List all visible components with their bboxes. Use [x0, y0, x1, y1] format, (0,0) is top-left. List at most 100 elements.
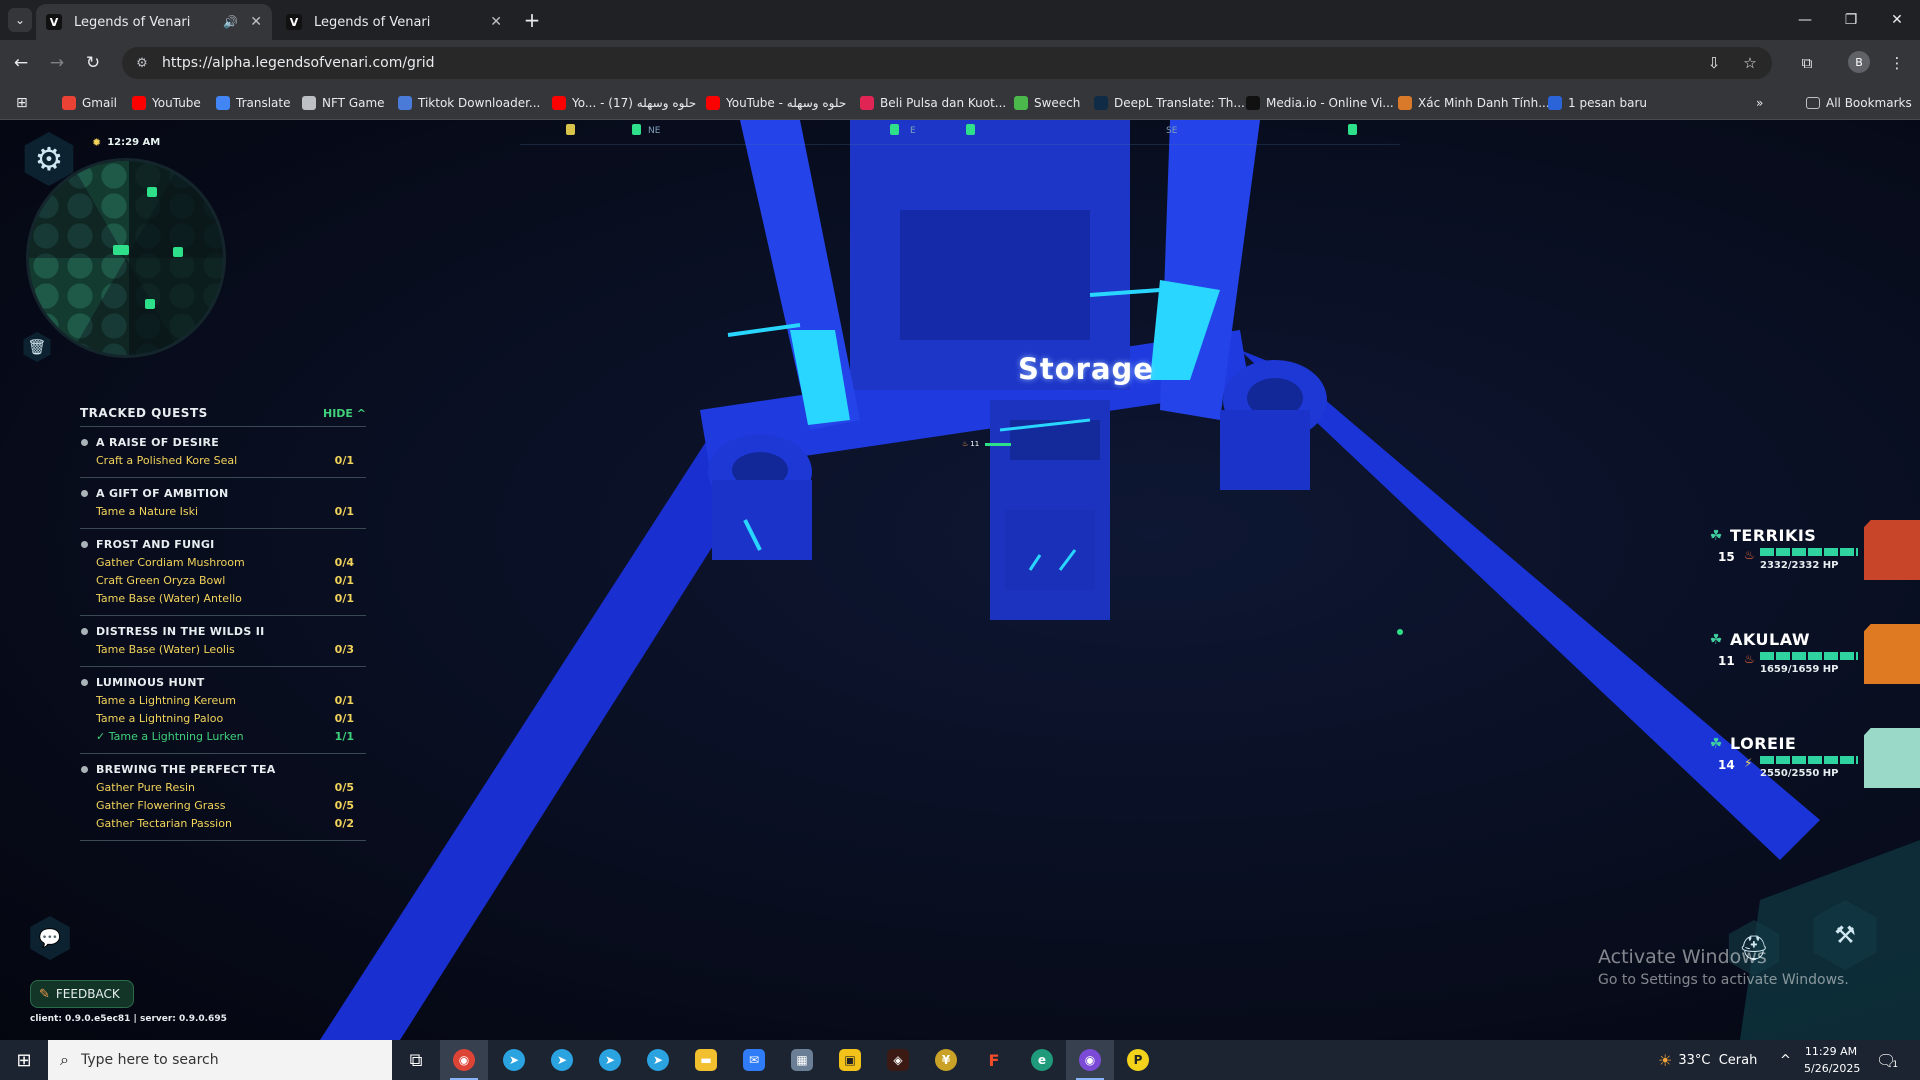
taskbar-search-input[interactable]	[78, 1051, 373, 1069]
quest-item[interactable]: DISTRESS IN THE WILDS II Tame Base (Water…	[80, 616, 366, 667]
compass-e: E	[910, 126, 916, 136]
pulsa-icon	[860, 96, 874, 110]
tab-title: Legends of Venari	[74, 14, 191, 30]
chrome-profile-taskbar-button[interactable]: ◉	[1066, 1040, 1114, 1080]
quest-item[interactable]: A RAISE OF DESIRE Craft a Polished Kore S…	[80, 427, 366, 478]
bookmark-item[interactable]: Translate	[216, 93, 291, 113]
browser-tab-1[interactable]: V Legends of Venari 🔊 ✕	[36, 4, 272, 40]
hide-quests-button[interactable]: HIDE ^	[323, 407, 366, 420]
bookmark-star-icon[interactable]: ☆	[1736, 47, 1764, 79]
chevron-up-icon: ^	[356, 406, 366, 420]
quest-item[interactable]: BREWING THE PERFECT TEA Gather Pure Resin…	[80, 754, 366, 841]
url-text[interactable]: https://alpha.legendsofvenari.com/grid	[162, 55, 434, 71]
bookmark-item[interactable]: Sweech	[1014, 93, 1080, 113]
photos-taskbar-button[interactable]: ▦	[778, 1040, 826, 1080]
game-viewport[interactable]: NE E SE ⚙ ✹ 12:29 AM 🗑 TRACKED QUESTS HID…	[0, 120, 1920, 1040]
bookmark-item[interactable]: Tiktok Downloader...	[398, 93, 540, 113]
telegram-taskbar-button[interactable]: ➤	[538, 1040, 586, 1080]
start-button[interactable]: ⊞	[0, 1040, 48, 1080]
quest-item[interactable]: FROST AND FUNGI Gather Cordiam Mushroom 0/…	[80, 529, 366, 616]
minimize-button[interactable]: —	[1782, 0, 1828, 40]
bookmark-item[interactable]: Xác Minh Danh Tính...	[1398, 93, 1550, 113]
reload-button[interactable]: ↻	[80, 50, 106, 76]
bookmark-item[interactable]: 1 pesan baru	[1548, 93, 1647, 113]
minimap-marker-icon	[147, 187, 157, 197]
close-tab-icon[interactable]: ✕	[250, 14, 262, 30]
task-view-button[interactable]: ⧉	[392, 1040, 440, 1080]
edge-taskbar-button[interactable]: e	[1018, 1040, 1066, 1080]
feedback-button[interactable]: ✎ FEEDBACK	[30, 980, 134, 1008]
clock[interactable]: 11:29 AM 5/26/2025	[1804, 1043, 1860, 1077]
browser-tab-2[interactable]: V Legends of Venari ✕	[276, 4, 512, 40]
app-taskbar-button[interactable]: ◈	[874, 1040, 922, 1080]
app-taskbar-button[interactable]: F	[970, 1040, 1018, 1080]
party-member-name: AKULAW	[1730, 630, 1810, 649]
telegram-taskbar-button[interactable]: ➤	[490, 1040, 538, 1080]
bookmark-label: 1 pesan baru	[1568, 96, 1647, 110]
install-app-icon[interactable]: ⇩	[1700, 47, 1728, 79]
kebab-menu-icon: ⋮	[1889, 54, 1905, 72]
profile-avatar[interactable]: B	[1848, 51, 1870, 73]
puzzle-icon: ⧉	[1801, 54, 1813, 72]
bookmark-item[interactable]: Gmail	[62, 93, 117, 113]
messenger-taskbar-button[interactable]: ✉	[730, 1040, 778, 1080]
party-member-level: 11	[1718, 654, 1735, 668]
bookmark-item[interactable]: Yo... - حلوه وسهله (17)	[552, 93, 696, 113]
quest-item[interactable]: LUMINOUS HUNT Tame a Lightning Kereum 0/1 T…	[80, 667, 366, 754]
telegram-icon: ➤	[647, 1049, 669, 1071]
party-member-hp: 2550/2550 HP	[1760, 768, 1839, 779]
speaker-icon[interactable]: 🔊	[223, 15, 238, 29]
fire-icon: ♨	[1744, 548, 1755, 562]
chrome-taskbar-button[interactable]: ◉	[440, 1040, 488, 1080]
bookmark-item[interactable]: Beli Pulsa dan Kuot...	[860, 93, 1006, 113]
party-member-name: TERRIKIS	[1730, 526, 1817, 545]
party-member-header: ☘ AKULAW	[1708, 630, 1810, 649]
all-bookmarks[interactable]: All Bookmarks	[1806, 93, 1912, 113]
extensions-button[interactable]: ⧉	[1794, 50, 1820, 76]
bookmark-item[interactable]: YouTube	[132, 93, 201, 113]
site-settings-icon[interactable]: ⚙	[134, 55, 150, 71]
apps-button[interactable]: ⊞	[16, 93, 28, 113]
close-tab-icon[interactable]: ✕	[490, 14, 502, 30]
tab-search-button[interactable]: ⌄	[8, 8, 32, 32]
fire-icon: ♨	[962, 440, 969, 448]
close-window-button[interactable]: ✕	[1874, 0, 1920, 40]
task-label: Tame a Nature Iski	[96, 504, 199, 518]
back-button[interactable]: ←	[8, 50, 34, 76]
notification-center-button[interactable]: 🗨 1	[1876, 1040, 1898, 1080]
quest-bullet-icon	[81, 765, 88, 773]
double-chevron-right-icon: »	[1756, 96, 1764, 110]
more-bookmarks-button[interactable]: »	[1756, 93, 1763, 113]
new-tab-button[interactable]: +	[520, 8, 544, 32]
tray-overflow-button[interactable]: ^	[1780, 1040, 1791, 1080]
bookmark-item[interactable]: NFT Game	[302, 93, 385, 113]
bookmark-item[interactable]: Media.io - Online Vi...	[1246, 93, 1394, 113]
restore-button[interactable]: ❐	[1828, 0, 1874, 40]
weather-widget[interactable]: ☀ 33°C Cerah	[1658, 1040, 1757, 1080]
restore-icon: ❐	[1844, 12, 1858, 28]
party-member[interactable]: ☘ LOREIE 14 ⚡ 2550/2550 HP	[1708, 728, 1920, 792]
taskbar-search[interactable]: ⌕	[48, 1040, 392, 1080]
telegram-taskbar-button[interactable]: ➤	[634, 1040, 682, 1080]
party-member[interactable]: ☘ TERRIKIS 15 ♨ 2332/2332 HP	[1708, 520, 1920, 584]
bookmark-item[interactable]: DeepL Translate: Th...	[1094, 93, 1245, 113]
app-taskbar-button[interactable]: ▣	[826, 1040, 874, 1080]
photos-icon: ▦	[791, 1049, 813, 1071]
folder-icon	[1806, 97, 1820, 109]
task-progress: 0/2	[334, 816, 354, 830]
file-explorer-taskbar-button[interactable]: ▬	[682, 1040, 730, 1080]
forward-button[interactable]: →	[44, 50, 70, 76]
quest-item[interactable]: A GIFT OF AMBITION Tame a Nature Iski 0/1	[80, 478, 366, 529]
app-taskbar-button[interactable]: ¥	[922, 1040, 970, 1080]
telegram-taskbar-button[interactable]: ➤	[586, 1040, 634, 1080]
minimap[interactable]	[26, 158, 226, 358]
address-bar[interactable]: ⚙ https://alpha.legendsofvenari.com/grid…	[122, 47, 1772, 79]
quest-name-text: FROST AND FUNGI	[96, 537, 215, 551]
party-member-header: ☘ TERRIKIS	[1708, 526, 1816, 545]
party-member[interactable]: ☘ AKULAW 11 ♨ 1659/1659 HP	[1708, 624, 1920, 688]
party-member-hp: 2332/2332 HP	[1760, 560, 1839, 571]
browser-menu-button[interactable]: ⋮	[1884, 50, 1910, 76]
bookmark-item[interactable]: YouTube - حلوه وسهله	[706, 93, 846, 113]
quest-name: LUMINOUS HUNT	[80, 673, 366, 691]
app-taskbar-button[interactable]: P	[1114, 1040, 1162, 1080]
